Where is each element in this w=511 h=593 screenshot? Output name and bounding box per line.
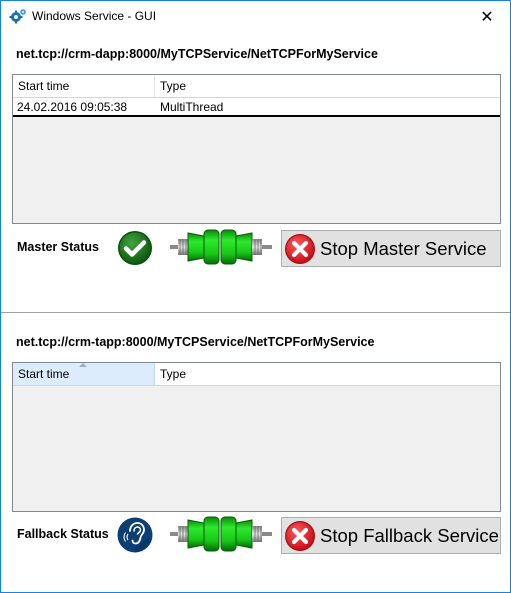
column-header-start-time[interactable]: Start time	[13, 363, 155, 385]
red-x-icon	[285, 520, 315, 551]
close-button[interactable]: ✕	[464, 1, 510, 31]
stop-master-service-label: Stop Master Service	[320, 237, 487, 259]
connected-plug-icon	[170, 229, 272, 265]
master-grid-header: Start time Type	[13, 75, 500, 98]
master-sessions-grid[interactable]: Start time Type 24.02.2016 09:05:38 Mult…	[12, 74, 501, 224]
table-row[interactable]: 24.02.2016 09:05:38 MultiThread	[13, 98, 500, 117]
fallback-status-label: Fallback Status	[17, 527, 109, 541]
column-header-start-time-label: Start time	[18, 367, 70, 381]
master-endpoint-label: net.tcp://crm-dapp:8000/MyTCPService/Net…	[16, 47, 378, 61]
fallback-sessions-grid[interactable]: Start time Type	[12, 362, 501, 512]
column-header-start-time[interactable]: Start time	[13, 75, 155, 97]
red-x-icon	[285, 233, 315, 264]
cell-type: MultiThread	[160, 99, 224, 114]
column-header-type[interactable]: Type	[155, 363, 500, 385]
checkmark-icon	[118, 231, 152, 265]
fallback-endpoint-label: net.tcp://crm-tapp:8000/MyTCPService/Net…	[16, 335, 375, 349]
stop-fallback-service-label: Stop Fallback Service	[320, 524, 499, 546]
connected-plug-icon	[170, 516, 272, 552]
cell-start-time: 24.02.2016 09:05:38	[17, 99, 128, 114]
app-window: Windows Service - GUI ✕ net.tcp://crm-da…	[0, 0, 511, 593]
stop-fallback-service-button[interactable]: Stop Fallback Service	[281, 517, 501, 554]
window-title: Windows Service - GUI	[32, 9, 157, 23]
section-divider	[1, 312, 510, 313]
sort-ascending-icon	[79, 363, 87, 367]
close-icon: ✕	[480, 6, 494, 26]
fallback-grid-header: Start time Type	[13, 363, 500, 386]
stop-master-service-button[interactable]: Stop Master Service	[281, 230, 501, 267]
listening-ear-icon	[117, 517, 153, 553]
column-header-type[interactable]: Type	[155, 75, 500, 97]
title-bar: Windows Service - GUI ✕	[1, 1, 510, 31]
gears-icon	[9, 9, 26, 24]
master-status-label: Master Status	[17, 240, 99, 254]
